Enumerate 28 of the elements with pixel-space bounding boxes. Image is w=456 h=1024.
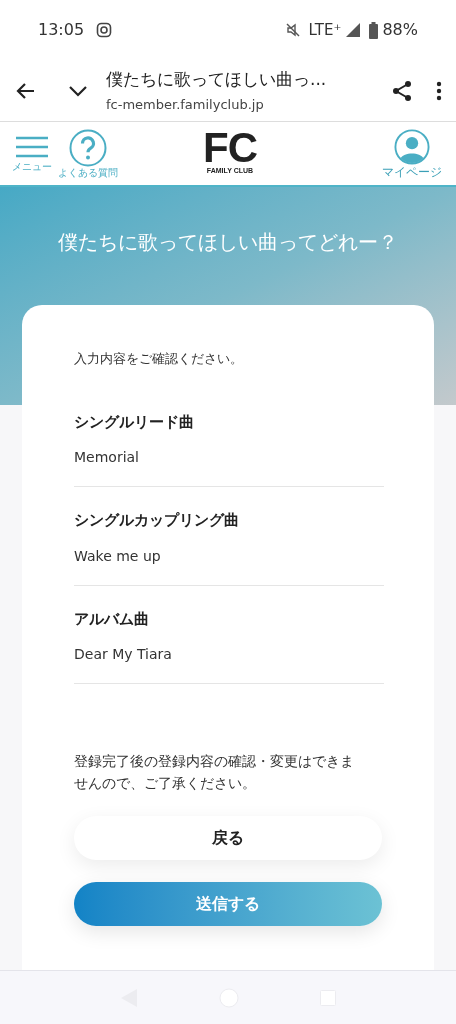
menu-icon bbox=[15, 134, 49, 159]
share-icon[interactable] bbox=[390, 78, 414, 103]
page-url: fc-member.familyclub.jp bbox=[106, 95, 265, 114]
submit-button[interactable]: 送信する bbox=[74, 882, 382, 926]
network-type: LTE⁺ bbox=[308, 19, 342, 41]
help-icon bbox=[69, 128, 107, 167]
site-logo[interactable]: FC bbox=[203, 130, 257, 167]
menu-button[interactable]: メニュー bbox=[14, 134, 50, 173]
back-button[interactable]: 戻る bbox=[74, 816, 382, 860]
camera-icon bbox=[96, 22, 113, 38]
notice-text: 登録完了後の登録内容の確認・変更はできませんので、ご了承ください。 bbox=[74, 752, 354, 793]
field-value: Wake me up bbox=[74, 546, 162, 566]
mute-icon bbox=[284, 22, 301, 38]
field-value: Memorial bbox=[74, 448, 140, 467]
signal-icon bbox=[345, 22, 362, 38]
field-value: Dear My Tiara bbox=[74, 645, 173, 664]
user-avatar-icon bbox=[394, 128, 430, 165]
more-icon[interactable] bbox=[436, 80, 442, 101]
page-title: 僕たちに歌ってほしい曲っ... bbox=[106, 68, 328, 91]
mypage-button[interactable]: マイページ bbox=[382, 128, 442, 179]
field-label: シングルリード曲 bbox=[74, 411, 195, 433]
field-label: シングルカップリング曲 bbox=[74, 510, 240, 531]
battery-level: 88% bbox=[382, 19, 418, 41]
field-label: アルバム曲 bbox=[74, 608, 150, 630]
intro-text: 入力内容をご確認ください。 bbox=[74, 350, 244, 368]
battery-icon bbox=[369, 21, 379, 39]
status-time: 13:05 bbox=[38, 19, 85, 41]
faq-button[interactable]: よくある質問 bbox=[58, 128, 118, 179]
